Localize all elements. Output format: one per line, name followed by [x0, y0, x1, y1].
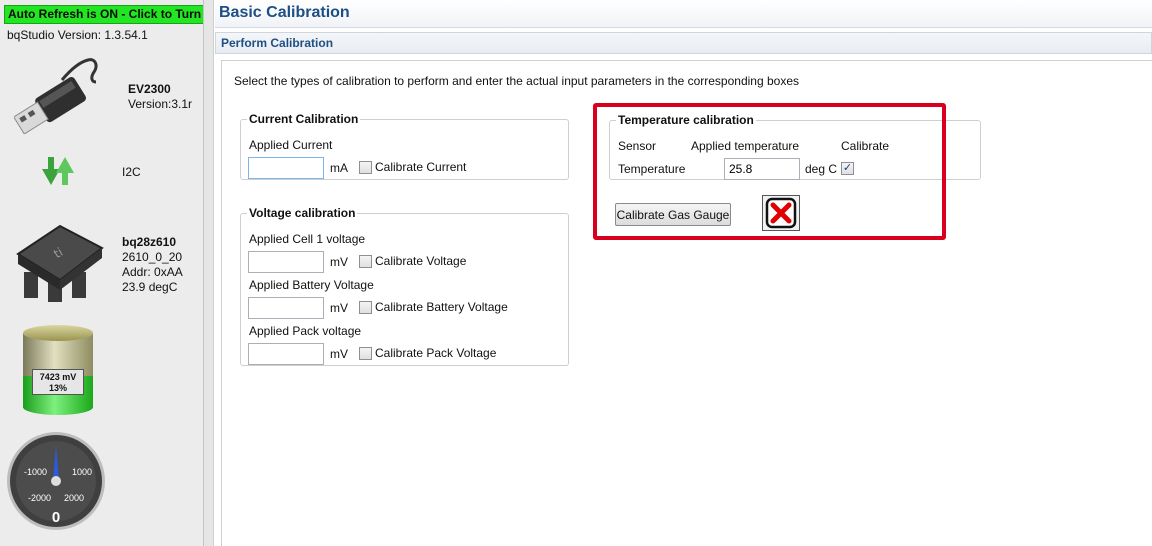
applied-temperature-column-header: Applied temperature	[691, 139, 800, 153]
usb-adapter-icon	[14, 58, 98, 134]
applied-battery-voltage-unit: mV	[330, 301, 348, 315]
calibrate-voltage-label: Calibrate Voltage	[375, 254, 467, 268]
calibrate-current-label: Calibrate Current	[375, 160, 467, 174]
voltage-calibration-group: Voltage calibration Applied Cell 1 volta…	[240, 206, 569, 366]
gauge-label-max: 2000	[64, 493, 85, 503]
calibrate-pack-voltage-label: Calibrate Pack Voltage	[375, 346, 497, 360]
calibrate-battery-voltage-label: Calibrate Battery Voltage	[375, 300, 508, 314]
temperature-calibration-legend: Temperature calibration	[618, 113, 754, 127]
applied-pack-voltage-input[interactable]	[248, 343, 324, 365]
page-title: Basic Calibration	[215, 0, 1152, 28]
applied-current-label: Applied Current	[249, 138, 333, 152]
applied-battery-voltage-input[interactable]	[248, 297, 324, 319]
battery-readout: 7423 mV 13%	[32, 369, 84, 395]
version-label: bqStudio Version:	[7, 28, 102, 42]
calibrate-gas-gauge-button[interactable]: Calibrate Gas Gauge	[615, 203, 731, 226]
device-firmware: 2610_0_20	[122, 250, 183, 264]
temperature-calibration-group: Temperature calibration Sensor Applied t…	[609, 113, 981, 180]
calibration-content: Select the types of calibration to perfo…	[221, 60, 1152, 546]
device-temperature: 23.9 degC	[122, 280, 178, 294]
section-header[interactable]: Perform Calibration	[215, 32, 1152, 54]
battery-indicator: 7423 mV 13%	[23, 325, 93, 419]
applied-current-unit: mA	[330, 161, 348, 175]
current-calibration-legend: Current Calibration	[249, 112, 359, 126]
device-name: bq28z610	[122, 235, 177, 249]
device-chip-icon: ti	[16, 224, 104, 302]
applied-temperature-input[interactable]	[724, 158, 800, 180]
gauge-label-inner-right: 1000	[72, 467, 93, 477]
calibrate-temperature-checkbox[interactable]: ✓	[841, 162, 854, 175]
gauge-label-min: -2000	[28, 493, 52, 503]
calibrate-battery-voltage-checkbox[interactable]	[359, 301, 372, 314]
adapter-version: Version:3.1r	[128, 97, 193, 111]
instructions-text: Select the types of calibration to perfo…	[234, 74, 799, 88]
temperature-unit: deg C	[805, 162, 838, 176]
device-address: Addr: 0xAA	[122, 265, 183, 279]
temperature-sensor-label: Temperature	[618, 162, 686, 176]
current-gauge: -1000 1000 -2000 2000 0	[6, 431, 106, 531]
battery-charge: 13%	[48, 383, 67, 393]
battery-cap	[23, 325, 93, 341]
voltage-calibration-legend: Voltage calibration	[249, 206, 356, 220]
applied-battery-voltage-label: Applied Battery Voltage	[249, 278, 374, 292]
applied-pack-voltage-label: Applied Pack voltage	[249, 324, 362, 338]
auto-refresh-toggle[interactable]: Auto Refresh is ON - Click to Turn OFF	[4, 5, 203, 24]
battery-voltage: 7423 mV	[39, 372, 77, 382]
x-status-icon	[765, 197, 797, 229]
calibration-status	[762, 195, 800, 231]
gauge-value: 0	[51, 509, 61, 526]
main-panel: Basic Calibration Perform Calibration Se…	[215, 0, 1152, 546]
current-calibration-group: Current Calibration Applied Current mA C…	[240, 112, 569, 180]
applied-cell1-voltage-label: Applied Cell 1 voltage	[249, 232, 366, 246]
sidebar-splitter[interactable]	[204, 0, 214, 546]
calibrate-current-checkbox[interactable]	[359, 161, 372, 174]
bus-label: I2C	[122, 165, 141, 179]
gauge-label-inner-left: -1000	[24, 467, 48, 477]
version-line: bqStudio Version: 1.3.54.1	[7, 28, 148, 42]
applied-pack-voltage-unit: mV	[330, 347, 348, 361]
version-value: 1.3.54.1	[104, 28, 148, 42]
applied-cell1-voltage-unit: mV	[330, 255, 348, 269]
sensor-column-header: Sensor	[618, 139, 657, 153]
calibrate-pack-voltage-checkbox[interactable]	[359, 347, 372, 360]
calibrate-column-header: Calibrate	[841, 139, 890, 153]
i2c-transfer-icon	[42, 157, 74, 185]
applied-current-input[interactable]	[248, 157, 324, 179]
calibrate-voltage-checkbox[interactable]	[359, 255, 372, 268]
adapter-name: EV2300	[128, 82, 171, 96]
sidebar: Auto Refresh is ON - Click to Turn OFF b…	[0, 0, 204, 546]
applied-cell1-voltage-input[interactable]	[248, 251, 324, 273]
